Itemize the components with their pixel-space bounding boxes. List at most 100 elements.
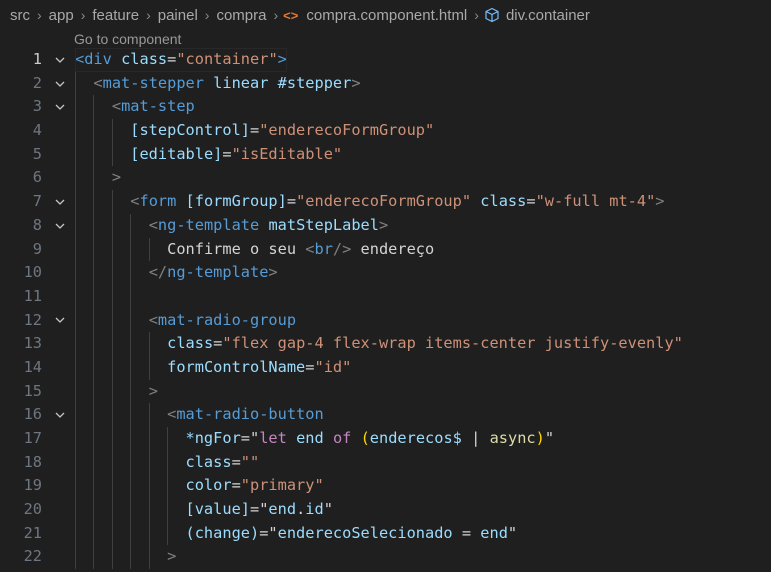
code-line[interactable]: 14 formControlName="id" xyxy=(0,355,771,380)
code-line[interactable]: 19 color="primary" xyxy=(0,474,771,499)
code-line[interactable]: 16 <mat-radio-button xyxy=(0,403,771,427)
code-content: Confirme o seu <br/> endereço xyxy=(75,238,434,262)
code-token: "enderecoFormGroup" xyxy=(296,192,472,211)
chevron-right-icon: › xyxy=(474,7,479,23)
breadcrumb-item-file[interactable]: compra.component.html xyxy=(304,7,469,24)
line-number: 7 xyxy=(32,192,42,211)
code-token: "container" xyxy=(176,50,278,68)
line-number: 15 xyxy=(23,381,42,400)
line-number: 12 xyxy=(23,310,42,329)
chevron-down-icon[interactable] xyxy=(50,95,70,119)
code-token: " xyxy=(507,523,518,542)
code-token: ) xyxy=(535,429,545,447)
code-token: = xyxy=(249,500,260,519)
code-token: /> xyxy=(332,239,352,258)
breadcrumb-item-compra[interactable]: compra xyxy=(214,7,268,24)
code-line[interactable]: 5 [editable]="isEditable" xyxy=(0,142,771,167)
code-token: matStepLabel xyxy=(268,215,379,234)
code-content xyxy=(75,285,149,309)
code-token: ( xyxy=(360,429,370,447)
code-line[interactable]: 2 <mat-stepper linear #stepper> xyxy=(0,71,771,96)
chevron-down-icon[interactable] xyxy=(50,214,70,238)
line-number: 10 xyxy=(23,263,42,282)
breadcrumb-item-src[interactable]: src xyxy=(8,7,32,24)
code-line[interactable]: 15 > xyxy=(0,379,771,404)
line-number: 13 xyxy=(23,334,42,353)
code-token: > xyxy=(268,263,278,282)
chevron-right-icon: › xyxy=(273,7,279,23)
code-token: > xyxy=(378,215,389,234)
code-token: | xyxy=(471,429,481,447)
code-token: class xyxy=(121,50,168,68)
code-token: < xyxy=(111,97,122,116)
code-content: </ng-template> xyxy=(75,261,278,285)
code-token: > xyxy=(351,73,361,92)
breadcrumb-item-feature[interactable]: feature xyxy=(90,7,141,24)
code-line[interactable]: 20 [value]="end.id" xyxy=(0,498,771,522)
code-content: > xyxy=(75,166,121,190)
code-token: > xyxy=(655,192,665,211)
code-token: id xyxy=(305,500,324,519)
code-line[interactable]: 3 <mat-step xyxy=(0,95,771,120)
code-token: > xyxy=(277,50,287,68)
codelens-go-to-component[interactable]: Go to component xyxy=(74,30,181,49)
code-content: [value]="end.id" xyxy=(75,498,333,522)
code-token: > xyxy=(167,547,177,566)
code-line[interactable]: 6 > xyxy=(0,166,771,191)
code-line[interactable]: 21 (change)="enderecoSelecionado = end" xyxy=(0,521,771,546)
code-content: (change)="enderecoSelecionado = end" xyxy=(75,522,518,546)
breadcrumb: src › app › feature › painel › compra › … xyxy=(0,0,771,30)
code-line[interactable]: 9 Confirme o seu <br/> endereço xyxy=(0,237,771,262)
line-number: 16 xyxy=(23,405,42,424)
line-number: 21 xyxy=(23,523,42,542)
chevron-down-icon[interactable] xyxy=(50,190,70,214)
code-line[interactable]: 1 <div class="container"> xyxy=(0,48,771,72)
breadcrumb-item-symbol[interactable]: div.container xyxy=(504,7,592,24)
code-content: formControlName="id" xyxy=(75,356,351,380)
code-token: = xyxy=(240,429,250,447)
code-line[interactable]: 13 class="flex gap-4 flex-wrap items-cen… xyxy=(0,332,771,356)
code-token: (change) xyxy=(185,523,260,542)
code-token: = xyxy=(213,334,223,353)
line-number: 19 xyxy=(23,476,42,495)
code-line[interactable]: 8 <ng-template matStepLabel> xyxy=(0,213,771,238)
code-token: end xyxy=(480,523,508,542)
breadcrumb-item-painel[interactable]: painel xyxy=(156,7,200,24)
chevron-down-icon[interactable] xyxy=(50,72,70,96)
code-token: </ xyxy=(148,263,168,282)
chevron-down-icon[interactable] xyxy=(50,48,70,72)
code-editor[interactable]: 1 <div class="container"> 2 <mat-stepper l… xyxy=(0,48,771,570)
code-token: < xyxy=(93,73,103,92)
code-token: <div xyxy=(75,50,112,68)
code-line[interactable]: 18 class="" xyxy=(0,450,771,475)
code-token: [stepControl] xyxy=(130,121,250,140)
code-line[interactable]: 11 xyxy=(0,284,771,309)
code-content: class="" xyxy=(75,451,260,475)
code-line[interactable]: 22 > xyxy=(0,545,771,570)
chevron-down-icon[interactable] xyxy=(50,309,70,333)
code-line[interactable]: 10 </ng-template> xyxy=(0,261,771,285)
line-number: 3 xyxy=(32,97,42,116)
code-token: class xyxy=(167,334,214,353)
code-token: "id" xyxy=(314,357,352,376)
chevron-down-icon[interactable] xyxy=(50,403,70,427)
code-token: "enderecoFormGroup" xyxy=(259,121,435,140)
code-line[interactable]: 7 <form [formGroup]="enderecoFormGroup" … xyxy=(0,190,771,214)
code-line[interactable]: 17 *ngFor="let end of (enderecos$ | asyn… xyxy=(0,427,771,451)
code-content: [editable]="isEditable" xyxy=(75,143,342,167)
code-line[interactable]: 4 [stepControl]="enderecoFormGroup" xyxy=(0,119,771,143)
code-token: class xyxy=(480,192,527,211)
code-token: ng-template xyxy=(167,263,269,282)
line-number: 9 xyxy=(32,239,42,258)
line-number: 2 xyxy=(32,73,42,92)
code-content: <mat-radio-group xyxy=(75,309,296,333)
code-line[interactable]: 12 <mat-radio-group xyxy=(0,308,771,333)
breadcrumb-item-app[interactable]: app xyxy=(47,7,76,24)
